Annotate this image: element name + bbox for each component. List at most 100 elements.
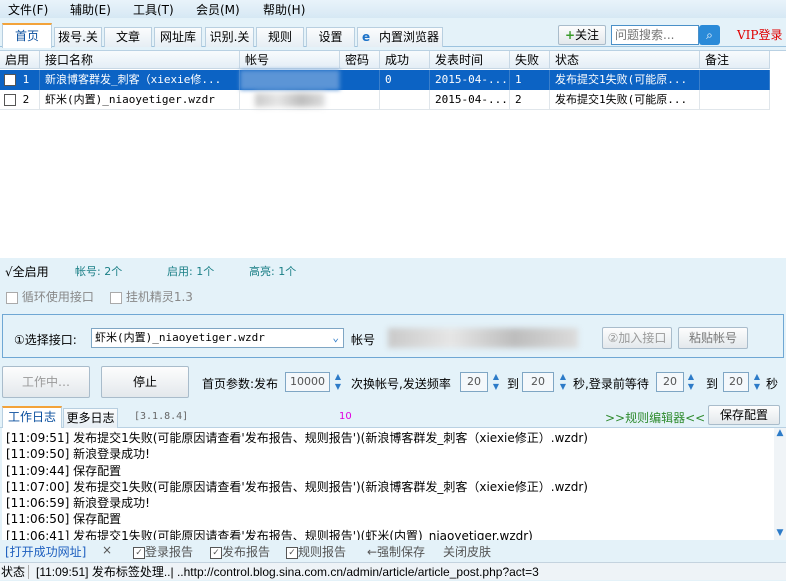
table-row[interactable]: ✓ 1 新浪博客群发_刺客（xiexie修... 0 2015-04-... 1… — [0, 70, 770, 90]
spinner-arrows[interactable]: ▲ ▼ — [751, 372, 763, 392]
tab-dial[interactable]: 拨号.关 — [54, 27, 102, 47]
account-input-redacted[interactable] — [388, 328, 578, 348]
hangup-option[interactable]: 挂机精灵1.3 — [110, 288, 193, 305]
rule-editor-link[interactable]: >>规则编辑器<< — [605, 409, 705, 426]
spinner-arrows[interactable]: ▲ ▼ — [332, 372, 344, 392]
log-line: [11:09:50] 新浪登录成功! — [6, 447, 150, 462]
close-skin-link[interactable]: 关闭皮肤 — [443, 543, 491, 560]
log-scrollbar[interactable]: ▲ ▼ — [774, 428, 786, 540]
menu-file[interactable]: 文件(F) — [8, 1, 48, 18]
row-password — [340, 90, 380, 110]
tab-rules[interactable]: 规则 — [256, 27, 304, 47]
follow-button[interactable]: +关注 — [558, 25, 606, 45]
version-label: [3.1.8.4] — [134, 411, 189, 422]
menu-assist[interactable]: 辅助(E) — [70, 1, 111, 18]
freq-from-input[interactable]: 20 — [460, 372, 488, 392]
row-success — [380, 90, 430, 110]
publish-count-input[interactable]: 10000 — [285, 372, 330, 392]
freq-to-input[interactable]: 20 — [522, 372, 554, 392]
publish-report-label: 发布报告 — [222, 545, 271, 559]
tab-more-log[interactable]: 更多日志 — [63, 408, 118, 428]
login-report-label: 登录报告 — [145, 545, 194, 559]
row-account-redacted — [255, 93, 325, 107]
tab-browser-label: 内置浏览器 — [378, 30, 439, 44]
spinner-arrows[interactable]: ▲ ▼ — [490, 372, 502, 392]
col-password[interactable]: 密码 — [340, 51, 380, 69]
open-success-url-link[interactable]: [打开成功网址] — [5, 543, 86, 560]
to-label: 到 — [706, 377, 719, 391]
rule-report-label: 规则报告 — [298, 545, 347, 559]
log-line: [11:06:59] 新浪登录成功! — [6, 496, 150, 511]
row-num: 2 — [22, 93, 30, 106]
row-note — [700, 70, 770, 90]
col-status[interactable]: 状态 — [550, 51, 700, 69]
search-input[interactable] — [611, 25, 699, 45]
menu-help[interactable]: 帮助(H) — [263, 1, 305, 18]
menu-bar: 文件(F) 辅助(E) 工具(T) 会员(M) 帮助(H) — [0, 0, 786, 18]
close-icon[interactable]: × — [102, 543, 112, 557]
divider — [28, 565, 29, 579]
wait-from-input[interactable]: 20 — [656, 372, 684, 392]
log-area[interactable]: [11:09:51] 发布提交1失败(可能原因请查看'发布报告、规则报告')(新… — [2, 428, 774, 540]
paste-account-button[interactable]: 粘贴帐号 — [678, 327, 748, 349]
col-note[interactable]: 备注 — [700, 51, 770, 69]
wait-to-input[interactable]: 20 — [723, 372, 749, 392]
col-time[interactable]: 发表时间 — [430, 51, 510, 69]
tab-settings[interactable]: 设置 — [306, 27, 355, 47]
hangup-label: 挂机精灵1.3 — [125, 290, 193, 304]
scroll-down-icon[interactable]: ▼ — [774, 528, 786, 538]
scroll-up-icon[interactable]: ▲ — [774, 428, 786, 438]
col-account[interactable]: 帐号 — [240, 51, 340, 69]
status-bar: 状态 [11:09:51] 发布标签处理..| ..http://control… — [0, 562, 786, 580]
force-save-link[interactable]: ←强制保存 — [367, 543, 425, 560]
row-time: 2015-04-... — [430, 90, 510, 110]
select-interface-label: ①选择接口: — [14, 333, 77, 347]
row-note — [700, 90, 770, 110]
count-label: 10 — [339, 411, 352, 422]
row-checkbox[interactable]: ✓ — [4, 74, 16, 86]
row-status: 发布提交1失败(可能原... — [550, 90, 700, 110]
log-line: [11:06:50] 保存配置 — [6, 512, 122, 527]
stop-button[interactable]: 停止 — [101, 366, 189, 398]
highlight-count: 高亮: 1个 — [249, 265, 297, 278]
row-name: 新浪博客群发_刺客（xiexie修... — [40, 70, 240, 90]
menu-member[interactable]: 会员(M) — [196, 1, 240, 18]
to-label: 到 — [507, 377, 520, 391]
freq-label: 次换帐号,发送频率 — [351, 377, 451, 391]
row-checkbox[interactable] — [4, 94, 16, 106]
login-report-option[interactable]: ✓ 登录报告 — [133, 543, 193, 560]
spinner-arrows[interactable]: ▲ ▼ — [685, 372, 697, 392]
add-interface-button[interactable]: ②加入接口 — [602, 327, 672, 349]
publish-report-option[interactable]: ✓ 发布报告 — [210, 543, 270, 560]
status-text: [11:09:51] 发布标签处理..| ..http://control.bl… — [36, 565, 539, 579]
seconds-label: 秒 — [766, 377, 779, 391]
tab-browser[interactable]: e 内置浏览器 — [357, 27, 443, 47]
tab-article[interactable]: 文章 — [104, 27, 152, 47]
col-enable[interactable]: 启用 — [0, 51, 40, 69]
enabled-count: 启用: 1个 — [167, 265, 215, 278]
tab-home[interactable]: 首页 — [2, 23, 52, 48]
search-icon[interactable]: ⌕ — [699, 25, 720, 45]
log-line: [11:09:44] 保存配置 — [6, 463, 122, 478]
col-success[interactable]: 成功 — [380, 51, 430, 69]
working-button[interactable]: 工作中… — [2, 366, 90, 398]
table-row[interactable]: 2 虾米(内置)_niaoyetiger.wzdr 2015-04-... 2 … — [0, 90, 770, 110]
rule-report-option[interactable]: ✓ 规则报告 — [286, 543, 346, 560]
tab-recognize[interactable]: 识别.关 — [205, 27, 254, 47]
log-line: [11:09:51] 发布提交1失败(可能原因请查看'发布报告、规则报告')(新… — [6, 431, 588, 445]
log-line: [11:06:41] 发布提交1失败(可能原因请查看'发布报告、规则报告')(虾… — [6, 528, 533, 540]
menu-tools[interactable]: 工具(T) — [133, 1, 174, 18]
tab-urls[interactable]: 网址库 — [154, 27, 202, 47]
row-account-redacted — [240, 70, 340, 90]
row-fail: 1 — [510, 70, 550, 90]
col-name[interactable]: 接口名称 — [40, 51, 240, 69]
row-name: 虾米(内置)_niaoyetiger.wzdr — [40, 90, 240, 110]
loop-option[interactable]: 循环使用接口 — [6, 288, 94, 305]
interface-select[interactable]: 虾米(内置)_niaoyetiger.wzdr ⌄ — [91, 328, 344, 348]
vip-login-link[interactable]: VIP登录 — [737, 26, 782, 43]
enable-all-link[interactable]: √全启用 — [5, 263, 49, 280]
tab-work-log[interactable]: 工作日志 — [2, 406, 62, 428]
save-config-button[interactable]: 保存配置 — [708, 405, 780, 425]
col-fail[interactable]: 失败 — [510, 51, 550, 69]
spinner-arrows[interactable]: ▲ ▼ — [557, 372, 569, 392]
